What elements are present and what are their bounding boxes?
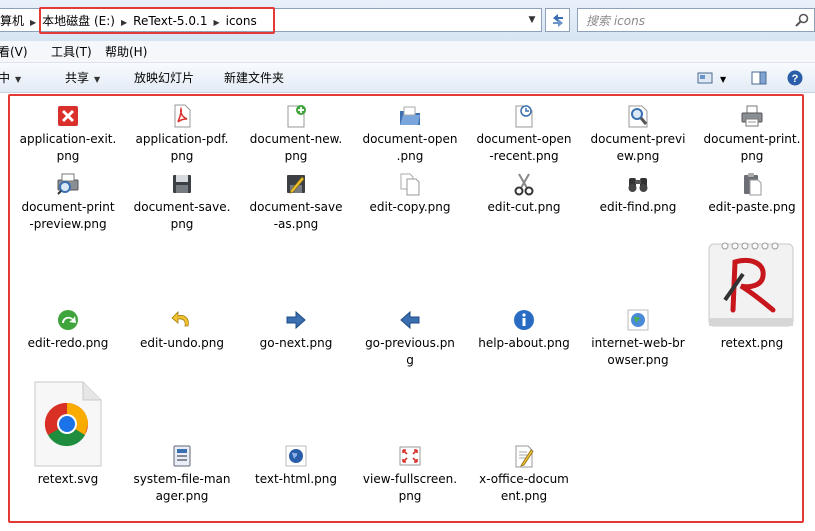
binoculars-icon [628,178,648,192]
svg-text:?: ? [792,73,799,85]
toolbar-library-button[interactable]: 库中 ▼ [0,70,21,88]
file-name: document-save. png [133,200,231,231]
breadcrumb-computer[interactable]: 算机 [0,14,24,28]
menu-bar: 查看(V) 工具(T) 帮助(H) [0,41,815,63]
file-name: document-print -preview.png [21,200,115,231]
scissors-icon [514,173,534,196]
toolbar-slideshow-button[interactable]: 放映幻灯片 [134,70,194,86]
address-highlight-frame [39,7,275,34]
file-name: application-pdf. png [135,132,229,163]
file-name: document-open .png [362,132,458,163]
chrome-file-icon [34,381,102,467]
file-name: edit-redo.png [27,336,109,350]
address-dropdown-icon[interactable]: ▼ [525,12,539,28]
info-icon [514,310,534,330]
file-name: go-previous.pn g [365,336,455,367]
file-name: edit-cut.png [487,200,561,214]
file-name: retext.png [720,336,784,350]
clipboard-icon [744,173,762,196]
toolbar-library-label: 库中 [0,71,11,85]
folder-open-icon [400,106,420,125]
file-name: document-previ ew.png [590,132,686,163]
view-dropdown-icon[interactable]: ▼ [720,72,726,88]
print-preview-icon [57,173,79,195]
file-name: internet-web-br owser.png [591,336,685,367]
undo-icon [171,311,189,327]
address-bar-row: 算机 ▶ 本地磁盘 (E:) ▶ ReText-5.0.1 ▶ icons ▼ 搜索 ico… [0,0,815,41]
file-name: help-about.png [478,336,570,350]
printer-icon [741,105,763,127]
preview-pane-icon[interactable] [750,69,768,87]
menu-help[interactable]: 帮助(H) [105,44,147,60]
redo-icon [58,310,78,330]
file-name: edit-copy.png [369,200,451,214]
fullscreen-icon [399,446,421,466]
file-name: document-print. png [703,132,801,163]
refresh-icon [552,14,563,27]
file-name: view-fullscreen. png [362,472,458,503]
magnifier-icon [628,105,648,128]
save-as-icon [287,175,305,194]
breadcrumb-separator-icon[interactable]: ▶ [30,18,36,27]
copy-icon [400,173,420,196]
file-name: go-next.png [259,336,333,350]
file-name: system-file-man ager.png [133,472,231,503]
file-list-view[interactable]: application-exit. png application-pdf. p… [0,94,815,531]
help-icon[interactable]: ? [786,69,804,87]
arrow-right-icon [286,310,306,330]
file-name: x-office-docum ent.png [479,472,569,503]
menu-view[interactable]: 查看(V) [0,44,28,60]
globe-icon [627,309,649,331]
document-recent-icon [515,105,533,128]
office-document-icon [515,445,534,468]
document-new-icon [287,105,306,128]
file-name: application-exit. png [19,132,117,163]
html-icon [285,445,307,467]
search-placeholder: 搜索 icons [586,14,645,28]
toolbar-share-label: 共享 [65,71,90,85]
search-input[interactable]: 搜索 icons [577,8,815,32]
file-name: edit-undo.png [140,336,224,350]
file-name: document-new. png [249,132,343,163]
file-manager-icon [173,445,191,467]
floppy-icon [173,175,191,193]
arrow-left-icon [400,310,420,330]
pdf-icon [174,104,191,128]
file-name: edit-paste.png [708,200,796,214]
exit-icon [58,106,78,126]
file-name: edit-find.png [599,200,677,214]
search-icon[interactable] [794,12,810,28]
file-name: document-save -as.png [249,200,343,231]
file-name: retext.svg [37,472,99,486]
file-name: document-open -recent.png [476,132,572,163]
toolbar-share-button[interactable]: 共享 ▼ [65,70,100,88]
toolbar-new-folder-button[interactable]: 新建文件夹 [224,70,284,86]
chevron-down-icon: ▼ [94,75,101,84]
view-options-icon[interactable] [696,69,714,87]
retext-logo-icon [708,242,794,327]
menu-tools[interactable]: 工具(T) [51,44,92,60]
command-toolbar: 库中 ▼ 共享 ▼ 放映幻灯片 新建文件夹 ▼ ? [0,63,815,93]
chevron-down-icon: ▼ [15,75,22,84]
refresh-button[interactable] [545,8,570,32]
file-name: text-html.png [254,472,337,486]
